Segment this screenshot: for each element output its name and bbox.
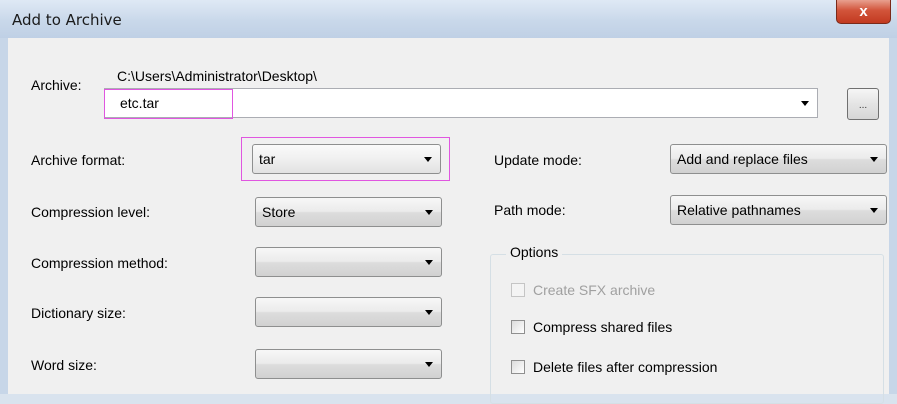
archive-name-combobox[interactable]: etc.tar xyxy=(104,88,818,118)
chevron-down-icon xyxy=(870,208,878,213)
chevron-down-icon[interactable] xyxy=(801,101,809,106)
options-group-title: Options xyxy=(506,244,563,260)
chevron-down-icon xyxy=(425,362,433,367)
chevron-down-icon xyxy=(425,210,433,215)
window-frame-left xyxy=(0,38,8,394)
path-mode-select[interactable]: Relative pathnames xyxy=(670,195,887,225)
archive-label: Archive: xyxy=(31,77,82,93)
compression-method-label: Compression method: xyxy=(31,255,168,271)
chevron-down-icon xyxy=(425,310,433,315)
compression-level-select[interactable]: Store xyxy=(255,197,442,227)
archive-format-select[interactable]: tar xyxy=(252,144,441,174)
browse-button[interactable]: ... xyxy=(847,88,879,120)
compress-shared-checkbox[interactable] xyxy=(511,320,525,334)
archive-path: C:\Users\Administrator\Desktop\ xyxy=(117,68,317,84)
path-mode-label: Path mode: xyxy=(494,202,566,218)
dictionary-size-label: Dictionary size: xyxy=(31,305,126,321)
archive-format-value: tar xyxy=(259,151,276,167)
delete-after-label: Delete files after compression xyxy=(533,359,718,375)
close-icon: x xyxy=(859,3,868,20)
path-mode-value: Relative pathnames xyxy=(677,202,801,218)
compression-method-select[interactable] xyxy=(255,247,442,277)
update-mode-label: Update mode: xyxy=(494,152,582,168)
create-sfx-checkbox[interactable] xyxy=(511,283,525,297)
window-frame-right xyxy=(889,38,897,394)
compression-level-label: Compression level: xyxy=(31,204,151,220)
dialog-content: Archive: C:\Users\Administrator\Desktop\… xyxy=(8,38,889,404)
update-mode-value: Add and replace files xyxy=(677,151,808,167)
close-button[interactable]: x xyxy=(836,0,891,24)
chevron-down-icon xyxy=(425,260,433,265)
update-mode-select[interactable]: Add and replace files xyxy=(670,144,887,174)
dictionary-size-select[interactable] xyxy=(255,297,442,327)
archive-format-label: Archive format: xyxy=(31,152,126,168)
word-size-label: Word size: xyxy=(31,357,97,373)
chevron-down-icon xyxy=(424,157,432,162)
delete-after-checkbox[interactable] xyxy=(511,360,525,374)
compression-level-value: Store xyxy=(262,204,296,220)
compress-shared-label: Compress shared files xyxy=(533,319,673,335)
archive-name-value: etc.tar xyxy=(120,95,159,111)
chevron-down-icon xyxy=(870,157,878,162)
word-size-select[interactable] xyxy=(255,349,442,379)
browse-button-label: ... xyxy=(858,100,868,111)
window-title: Add to Archive xyxy=(12,11,122,29)
create-sfx-label: Create SFX archive xyxy=(533,282,656,298)
title-bar: Add to Archive x xyxy=(0,0,897,38)
